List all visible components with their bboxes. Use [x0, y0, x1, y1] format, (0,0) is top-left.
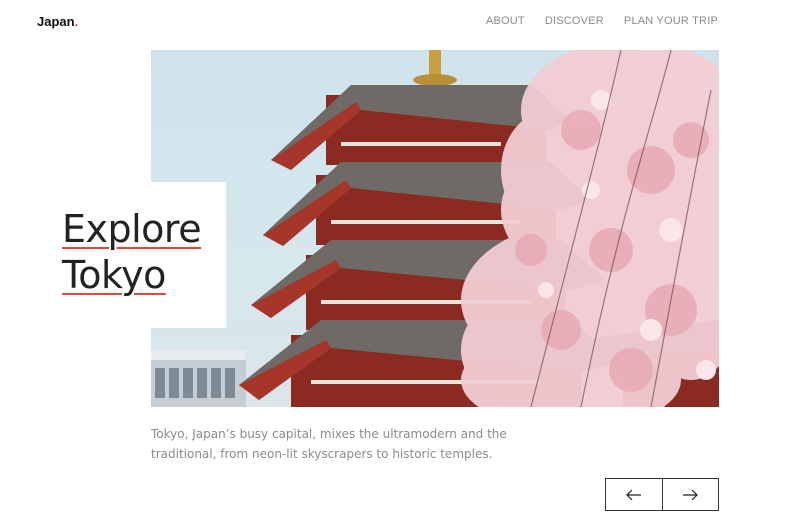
arrow-left-icon	[626, 489, 642, 501]
hero-image	[151, 50, 719, 407]
headline-line-2: Tokyo	[62, 252, 166, 298]
hero-headline: Explore Tokyo	[62, 206, 201, 298]
arrow-right-icon	[682, 489, 698, 501]
brand-dot: .	[75, 14, 79, 29]
slider-controls	[605, 478, 719, 511]
main-nav: ABOUT DISCOVER PLAN YOUR TRIP	[486, 15, 718, 27]
nav-link-about[interactable]: ABOUT	[486, 15, 525, 27]
next-slide-button[interactable]	[662, 479, 719, 510]
nav-link-plan-your-trip[interactable]: PLAN YOUR TRIP	[624, 15, 718, 27]
brand-name: Japan	[37, 14, 75, 29]
prev-slide-button[interactable]	[606, 479, 662, 510]
pagoda-cherry-blossom-illustration	[151, 50, 719, 407]
nav-link-discover[interactable]: DISCOVER	[545, 15, 604, 27]
headline-line-1: Explore	[62, 206, 201, 252]
hero-description: Tokyo, Japan’s busy capital, mixes the u…	[151, 424, 571, 464]
brand-logo[interactable]: Japan.	[37, 14, 78, 29]
